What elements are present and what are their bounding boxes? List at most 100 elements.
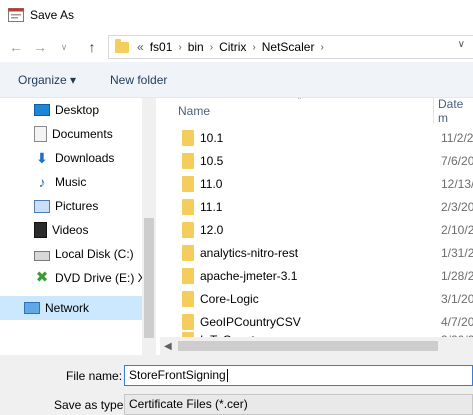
breadcrumb-fs01[interactable]: fs01 (150, 40, 173, 54)
sidebar-item-pictures[interactable]: Pictures (0, 194, 142, 218)
column-header-name[interactable]: Name (178, 98, 210, 124)
navigation-pane-scrollbar[interactable] (142, 98, 156, 355)
sidebar-item-local-disk[interactable]: Local Disk (C:) (0, 242, 142, 266)
file-date: 2/10/2 (441, 222, 473, 237)
folder-icon (182, 198, 194, 215)
sidebar-item-label: Documents (52, 127, 113, 141)
file-name: analytics-nitro-rest (200, 245, 299, 260)
file-date: 11/2/2 (441, 130, 473, 145)
text-caret (226, 369, 228, 383)
file-row[interactable]: analytics-nitro-rest 1/31/2 (160, 241, 473, 264)
sidebar-item-network[interactable]: Network (0, 296, 142, 320)
address-dropdown-icon[interactable]: ∨ (458, 39, 465, 50)
folder-icon (182, 267, 194, 284)
file-name: 11.0 (200, 176, 223, 191)
file-name: 12.0 (200, 222, 224, 237)
sidebar-item-documents[interactable]: Documents (0, 122, 142, 146)
scroll-left-icon[interactable]: ◀ (164, 341, 172, 352)
dvd-drive-icon: ✖ (35, 269, 49, 286)
save-as-type-label: Save as type: (54, 398, 127, 412)
file-date: 12/13/ (441, 176, 473, 191)
file-date: 1/31/2 (441, 245, 473, 260)
sidebar-item-label: Network (45, 301, 90, 315)
new-folder-button[interactable]: New folder (110, 73, 167, 87)
recent-locations-chevron-icon[interactable]: ∨ (52, 32, 76, 62)
navigation-pane: Desktop Documents ⬇ Downloads ♪ Music Pi… (0, 98, 142, 355)
documents-icon (34, 126, 47, 142)
save-as-type-select[interactable]: Certificate Files (*.cer) (124, 394, 473, 415)
filename-value: StoreFrontSigning (129, 368, 226, 382)
file-row[interactable]: 11.0 12/13/ (160, 172, 473, 195)
breadcrumb-chevron-icon[interactable]: › (178, 42, 181, 53)
folder-icon (182, 290, 194, 307)
horizontal-scrollbar[interactable]: ◀ (160, 337, 473, 355)
address-bar[interactable]: « fs01 › bin › Citrix › NetScaler › ∨ (108, 35, 473, 59)
breadcrumb-netscaler[interactable]: NetScaler (262, 40, 315, 54)
forward-arrow-icon[interactable]: → (28, 32, 52, 62)
save-as-window-icon (8, 8, 24, 22)
sidebar-item-label: Local Disk (C:) (55, 247, 134, 261)
window-title: Save As (30, 8, 75, 22)
save-options-panel: File name: StoreFrontSigning Save as typ… (0, 355, 473, 415)
folder-icon (182, 221, 194, 238)
breadcrumb-chevron-icon[interactable]: › (252, 42, 255, 53)
filename-input[interactable]: StoreFrontSigning (124, 365, 473, 386)
file-date: 1/28/2 (441, 268, 473, 283)
breadcrumb-chevron-icon[interactable]: › (210, 42, 213, 53)
network-icon (24, 302, 40, 314)
file-row[interactable]: 10.5 7/6/20 (160, 149, 473, 172)
folder-icon (182, 175, 194, 192)
file-row[interactable]: 12.0 2/10/2 (160, 218, 473, 241)
folder-icon (182, 152, 194, 169)
sidebar-item-label: DVD Drive (E:) XA (55, 271, 142, 285)
sidebar-item-label: Music (55, 175, 87, 189)
title-bar: Save As (0, 0, 473, 32)
scrollbar-thumb[interactable] (178, 341, 438, 351)
music-icon: ♪ (38, 174, 46, 190)
local-disk-icon (34, 250, 50, 261)
column-header-name-label: Name (178, 104, 211, 118)
file-name: Core-Logic (200, 291, 259, 306)
sidebar-item-dvd-drive[interactable]: ✖ DVD Drive (E:) XA (0, 266, 142, 290)
file-date: 3/1/20 (441, 291, 473, 306)
up-arrow-icon[interactable]: ↑ (80, 32, 104, 62)
file-name: 11.1 (200, 199, 223, 214)
file-list: Name ⌃ Date m 10.1 11/2/2 10.5 7/6/20 11… (160, 98, 473, 355)
organize-button[interactable]: Organize ▾ (18, 73, 76, 87)
videos-icon (34, 222, 47, 238)
desktop-icon (34, 104, 50, 116)
pictures-icon (34, 199, 50, 213)
breadcrumb-bin[interactable]: bin (188, 40, 204, 54)
breadcrumb-chevron-icon[interactable]: › (320, 42, 323, 53)
sidebar-item-downloads[interactable]: ⬇ Downloads (0, 146, 142, 170)
navigation-bar: ← → ∨ ↑ « fs01 › bin › Citrix › NetScale… (0, 32, 473, 62)
sidebar-item-music[interactable]: ♪ Music (0, 170, 142, 194)
breadcrumb-citrix[interactable]: Citrix (219, 40, 246, 54)
file-row[interactable]: 10.1 11/2/2 (160, 126, 473, 149)
file-date: 2/3/20 (441, 199, 473, 214)
filename-label: File name: (66, 369, 123, 383)
folder-icon (182, 129, 194, 146)
column-divider[interactable] (433, 98, 434, 124)
scrollbar-thumb[interactable] (144, 218, 154, 338)
sidebar-item-label: Pictures (55, 199, 99, 213)
file-date: 7/6/20 (441, 153, 473, 168)
file-row[interactable]: apache-jmeter-3.1 1/28/2 (160, 264, 473, 287)
sidebar-item-desktop[interactable]: Desktop (0, 98, 142, 122)
sidebar-item-videos[interactable]: Videos (0, 218, 142, 242)
file-date: 4/7/20 (441, 314, 473, 329)
file-row[interactable]: 11.1 2/3/20 (160, 195, 473, 218)
back-arrow-icon[interactable]: ← (4, 32, 28, 62)
folder-icon (115, 38, 129, 53)
file-row[interactable]: Core-Logic 3/1/20 (160, 287, 473, 310)
command-bar: Organize ▾ New folder (0, 62, 473, 98)
column-header-date-modified[interactable]: Date m (438, 98, 473, 125)
file-name: apache-jmeter-3.1 (200, 268, 298, 283)
file-name: 10.5 (200, 153, 224, 168)
file-name: 10.1 (200, 130, 224, 145)
sidebar-item-label: Videos (52, 223, 89, 237)
sidebar-item-label: Desktop (55, 103, 100, 117)
sort-ascending-icon: ⌃ (296, 98, 303, 105)
column-header-date-label: Date m (438, 98, 464, 125)
breadcrumb-overflow[interactable]: « (137, 40, 144, 54)
